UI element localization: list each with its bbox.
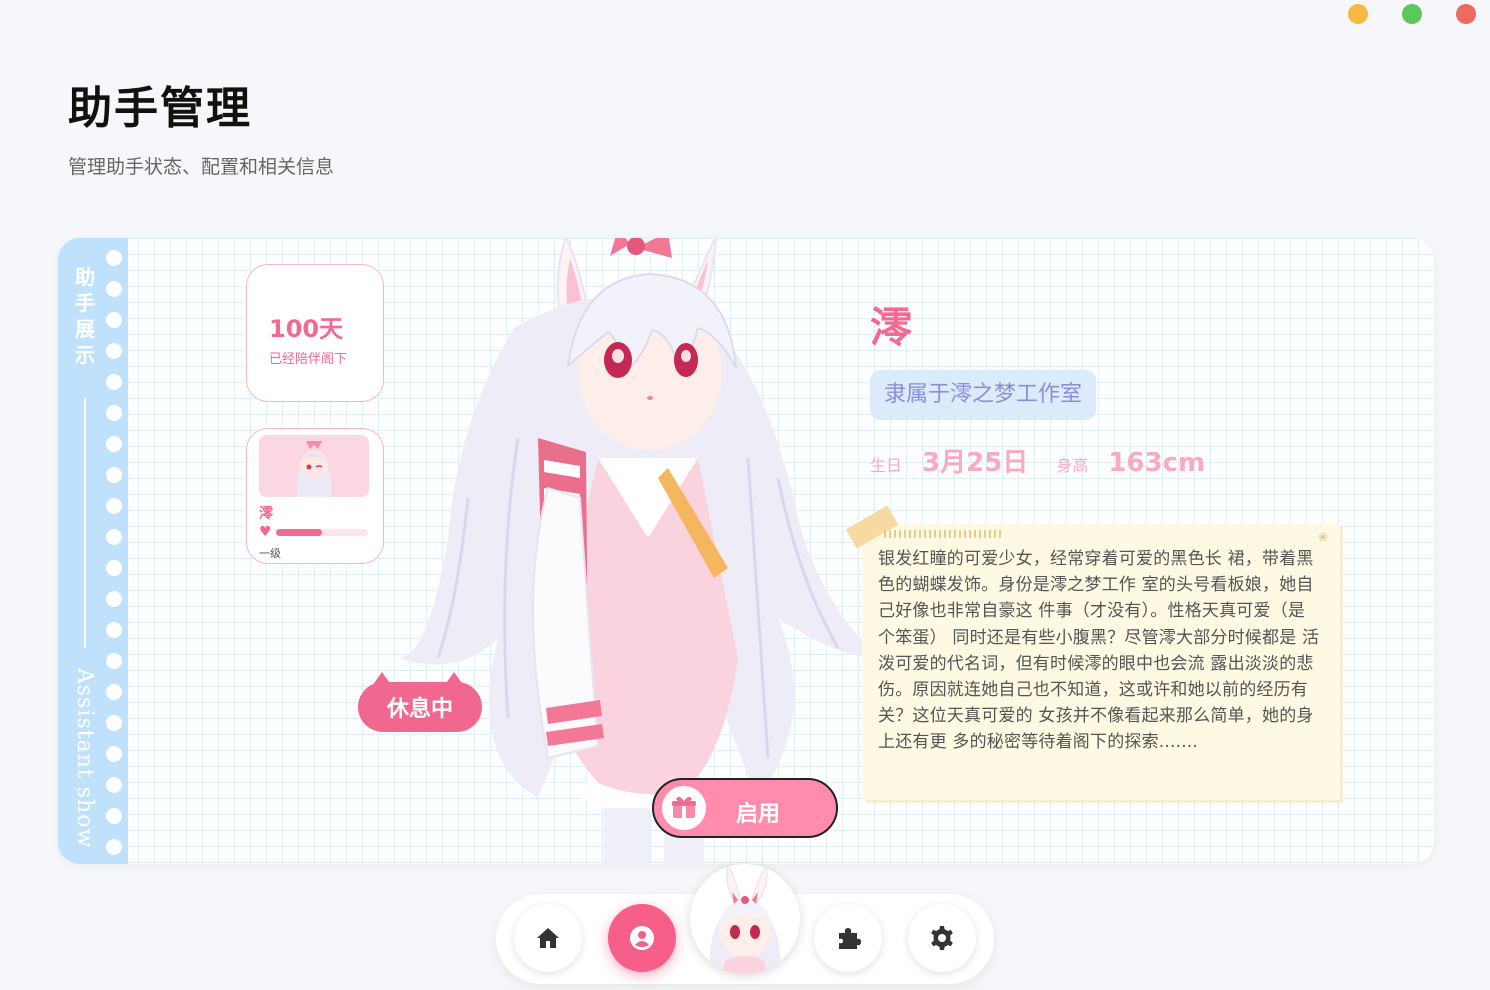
spine-hole <box>106 281 122 297</box>
studio-tag: 隶属于澪之梦工作室 <box>870 370 1097 420</box>
spine-hole <box>106 343 122 359</box>
spine-divider <box>84 398 86 648</box>
birthday-value: 3月25日 <box>922 448 1029 478</box>
birthday-label: 生日 <box>870 456 903 475</box>
avatar[interactable] <box>690 864 800 974</box>
spine-hole <box>106 777 122 793</box>
assistant-showcase-card: 助手展示 Assistant show 100天 已经陪伴阁下 澪 ♥ 一级 休… <box>58 238 1434 864</box>
affection-fill <box>275 528 322 536</box>
spine-hole <box>106 374 122 390</box>
heart-icon: ♥ <box>259 524 272 540</box>
home-icon <box>537 928 559 948</box>
spine-hole <box>106 684 122 700</box>
height-label: 身高 <box>1056 456 1089 475</box>
spine-hole <box>106 405 122 421</box>
paw-icon: ❀ <box>1317 530 1328 544</box>
spine-hole <box>106 498 122 514</box>
spine-hole <box>106 312 122 328</box>
spine-title-en: Assistant show <box>72 668 97 849</box>
maximize-button[interactable] <box>1402 4 1422 24</box>
close-button[interactable] <box>1456 4 1476 24</box>
character-name: 澪 <box>870 303 913 352</box>
enable-button[interactable]: 启用 <box>652 778 838 838</box>
spine-hole <box>106 808 122 824</box>
description-text: 银发红瞳的可爱少女，经常穿着可爱的黑色长 裙，带着黑色的蝴蝶发饰。身份是澪之梦工… <box>878 549 1320 753</box>
profile-info-row: 生日 3月25日 身高 163cm <box>870 442 1233 479</box>
spine-hole <box>106 622 122 638</box>
spine-hole <box>106 715 122 731</box>
zigzag-decoration <box>884 530 1004 538</box>
puzzle-icon <box>839 928 861 949</box>
status-label: 休息中 <box>386 697 453 722</box>
spine-hole <box>106 436 122 452</box>
spine-title-cn: 助手展示 <box>75 265 95 367</box>
minimize-button[interactable] <box>1348 4 1368 24</box>
user-icon <box>630 926 654 950</box>
page-subtitle: 管理助手状态、配置和相关信息 <box>68 156 335 178</box>
spine-holes <box>106 250 122 855</box>
spine-hole <box>106 839 122 855</box>
bottom-dock <box>496 864 994 984</box>
status-badge: 休息中 <box>358 672 482 732</box>
enable-button-label: 启用 <box>736 802 781 827</box>
plugins-button[interactable] <box>814 904 882 972</box>
settings-button[interactable] <box>908 904 976 972</box>
spine-hole <box>106 529 122 545</box>
gift-icon <box>662 786 706 830</box>
assistant-button[interactable] <box>608 904 676 972</box>
home-button[interactable] <box>514 904 582 972</box>
gear-icon <box>931 926 953 950</box>
character-illustration <box>318 238 878 864</box>
status-ear-left <box>372 672 392 686</box>
spine-hole <box>106 591 122 607</box>
spine-hole <box>106 467 122 483</box>
notebook-spine: 助手展示 Assistant show <box>58 238 128 864</box>
description-note: ❀ 银发红瞳的可爱少女，经常穿着可爱的黑色长 裙，带着黑色的蝴蝶发饰。身份是澪之… <box>845 505 1340 800</box>
spine-hole <box>106 250 122 266</box>
spine-hole <box>106 560 122 576</box>
page-title: 助手管理 <box>68 83 252 134</box>
status-ear-right <box>444 672 464 686</box>
window-controls <box>1348 4 1476 24</box>
spine-hole <box>106 653 122 669</box>
spine-hole <box>106 746 122 762</box>
height-value: 163cm <box>1108 448 1206 478</box>
